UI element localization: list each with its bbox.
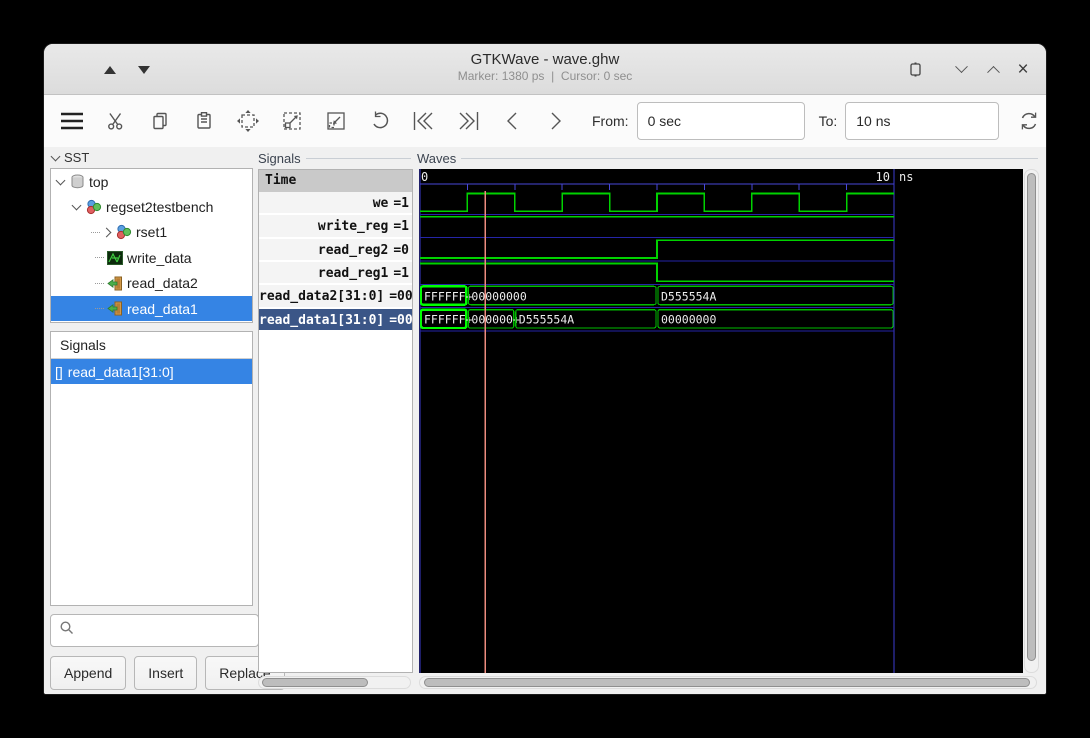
insert-button[interactable]: Insert — [134, 656, 197, 690]
zoom-out-icon[interactable] — [322, 106, 350, 136]
tree-item-top[interactable]: top — [51, 169, 252, 194]
svg-text:FFFFFF+: FFFFFF+ — [424, 289, 473, 303]
sst-header[interactable]: SST — [52, 150, 89, 165]
expander-open-icon[interactable] — [72, 201, 82, 211]
time-header: Time — [259, 170, 412, 192]
waves-hscrollbar[interactable] — [419, 676, 1037, 689]
window-subtitle: Marker: 1380 ps | Cursor: 0 sec — [44, 69, 1046, 84]
search-icon — [59, 620, 75, 641]
port-icon — [107, 276, 123, 291]
desktop-background: { "window": { "title": "GTKWave - wave.g… — [0, 0, 1090, 738]
signal-row-read_data2[interactable]: read_data2[31:0]=00000000 — [259, 285, 412, 308]
tree-item-read_data2[interactable]: read_data2 — [51, 271, 252, 296]
signal-buttons: Append Insert Replace — [50, 656, 285, 690]
main-area: SST top regset2testbench — [44, 147, 1046, 694]
minimize-chevron-down-icon[interactable] — [950, 58, 972, 80]
signal-row-write_reg[interactable]: write_reg=1 — [259, 215, 412, 238]
svg-text:00000000: 00000000 — [661, 313, 716, 327]
search-input[interactable] — [81, 617, 266, 645]
database-icon — [70, 174, 85, 189]
titlebar[interactable]: GTKWave - wave.ghw Marker: 1380 ps | Cur… — [44, 44, 1046, 95]
shade-down-icon[interactable] — [138, 66, 150, 74]
signals-list-item-read_data1[interactable]: [] read_data1[31:0] — [51, 359, 252, 384]
prev-edge-icon[interactable] — [498, 106, 526, 136]
port-icon — [107, 301, 123, 316]
signals-frame-label: Signals — [258, 151, 301, 166]
waves-frame-label: Waves — [417, 151, 456, 166]
cursor-readout: Cursor: 0 sec — [561, 69, 632, 83]
maximize-chevron-up-icon[interactable] — [982, 58, 1004, 80]
waves-vscrollbar[interactable] — [1024, 169, 1039, 673]
from-label: From: — [592, 113, 629, 129]
signal-row-read_data1[interactable]: read_data1[31:0]=00 — [259, 309, 412, 332]
skip-to-start-icon[interactable] — [410, 106, 438, 136]
svg-text:D555554A: D555554A — [661, 289, 716, 303]
shade-up-icon[interactable] — [104, 66, 116, 74]
to-label: To: — [819, 113, 838, 129]
svg-text:0: 0 — [421, 170, 428, 184]
from-input[interactable] — [637, 102, 805, 140]
expander-open-icon[interactable] — [56, 175, 66, 185]
next-edge-icon[interactable] — [542, 106, 570, 136]
undo-icon[interactable] — [366, 106, 394, 136]
signals-list-header: Signals — [51, 332, 252, 359]
tree-item-read_data1[interactable]: read_data1 — [51, 296, 252, 321]
tree-item-write_data[interactable]: write_data — [51, 245, 252, 270]
svg-text:D555554A: D555554A — [519, 313, 574, 327]
signal-search-box[interactable] — [50, 614, 259, 647]
copy-icon[interactable] — [146, 106, 174, 136]
signal-name-list: Time we=1 write_reg=1 read_reg2=0 read_r… — [258, 169, 413, 673]
sst-signals-list: Signals [] read_data1[31:0] — [50, 331, 253, 606]
signal-row-we[interactable]: we=1 — [259, 192, 412, 215]
close-icon[interactable]: × — [1012, 58, 1034, 80]
vector-bracket-icon: [] — [55, 364, 63, 380]
svg-text:00000000: 00000000 — [471, 289, 526, 303]
tree-item-regset2testbench[interactable]: regset2testbench — [51, 194, 252, 219]
append-button[interactable]: Append — [50, 656, 126, 690]
zoom-fit-icon[interactable] — [234, 106, 262, 136]
module-icon — [86, 199, 102, 215]
signals-panel: Signals Time we=1 write_reg=1 read_reg2=… — [258, 147, 413, 694]
restore-icon[interactable] — [904, 58, 926, 80]
signals-hscrollbar-thumb[interactable] — [262, 678, 368, 687]
signals-hscrollbar[interactable] — [258, 676, 411, 689]
menu-icon[interactable] — [58, 106, 86, 136]
svg-text:ns: ns — [899, 170, 913, 184]
matrix-icon — [107, 251, 123, 265]
wave-canvas[interactable]: 010nsFFFFFF+00000000D555554AFFFFFF+00000… — [419, 169, 1023, 673]
cut-icon[interactable] — [102, 106, 130, 136]
module-icon — [116, 224, 132, 240]
svg-text:10: 10 — [876, 170, 890, 184]
zoom-in-icon[interactable] — [278, 106, 306, 136]
waves-panel: Waves 010nsFFFFFF+00000000D555554AFFFFFF… — [417, 147, 1040, 694]
sst-sidebar: SST top regset2testbench — [50, 147, 253, 694]
waves-hscrollbar-thumb[interactable] — [424, 678, 1030, 687]
to-input[interactable] — [845, 102, 999, 140]
sst-tree: top regset2testbench rset1 — [50, 168, 253, 323]
waves-vscrollbar-thumb[interactable] — [1027, 173, 1036, 661]
expander-closed-icon[interactable] — [102, 228, 112, 238]
skip-to-end-icon[interactable] — [454, 106, 482, 136]
window-title: GTKWave - wave.ghw — [44, 50, 1046, 69]
signal-row-read_reg1[interactable]: read_reg1=1 — [259, 262, 412, 285]
svg-text:000000+: 000000+ — [471, 313, 520, 327]
toolbar: From: To: — [44, 95, 1046, 148]
gtkwave-window: GTKWave - wave.ghw Marker: 1380 ps | Cur… — [44, 44, 1046, 694]
reload-icon[interactable] — [1015, 106, 1043, 136]
signal-row-read_reg2[interactable]: read_reg2=0 — [259, 239, 412, 262]
chevron-down-icon — [51, 151, 61, 161]
tree-item-rset1[interactable]: rset1 — [51, 220, 252, 245]
svg-text:FFFFFF+: FFFFFF+ — [424, 313, 473, 327]
paste-icon[interactable] — [190, 106, 218, 136]
marker-readout: Marker: 1380 ps — [458, 69, 545, 83]
